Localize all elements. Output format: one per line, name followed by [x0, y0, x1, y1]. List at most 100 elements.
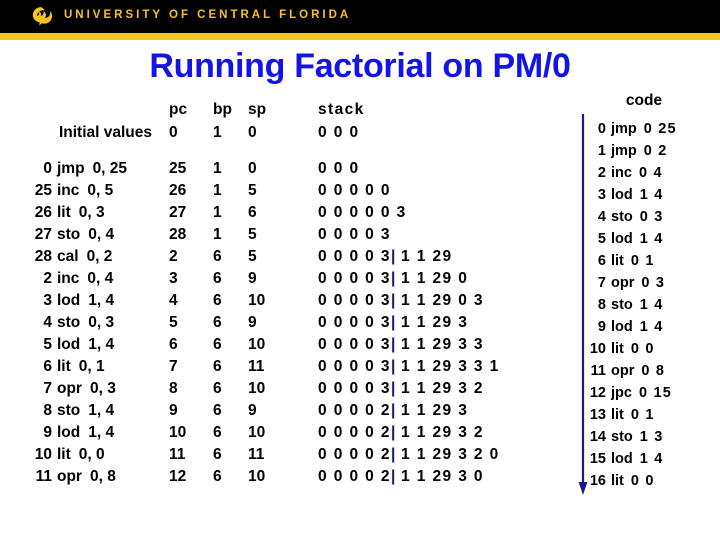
- trace-sp: 10: [248, 468, 266, 485]
- trace-instruction: 10 lit 0, 0: [0, 444, 160, 466]
- trace-instruction: 6 lit 0, 1: [0, 356, 160, 378]
- code-address: 13: [589, 407, 606, 423]
- code-address: 10: [589, 341, 606, 357]
- execution-trace-table: pc bp sp stack Initial values 0 1 0 0 0 …: [0, 98, 570, 488]
- initial-stack: 0 0 0: [318, 124, 360, 141]
- code-mnemonic: sto: [611, 297, 633, 313]
- trace-pc: 7: [169, 358, 178, 375]
- trace-stack-frame: 1 1 29 3 2: [395, 380, 484, 397]
- trace-instruction: 5 lod 1, 4: [0, 334, 160, 356]
- trace-stack-frame: 1 1 29 3 3: [395, 336, 484, 353]
- trace-instruction-address: 25: [34, 182, 52, 199]
- code-mnemonic: lit: [611, 407, 624, 423]
- code-row: 11 opr 0 8: [584, 360, 677, 382]
- table-row: 28 cal 0, 2 2 6 5 0 0 0 0 3| 1 1 29: [0, 246, 570, 268]
- trace-bp: 6: [213, 358, 222, 375]
- trace-pc: 26: [169, 182, 187, 199]
- code-operands: 0 8: [641, 363, 666, 379]
- trace-instruction-mnemonic: inc: [57, 182, 80, 199]
- trace-instruction-address: 8: [43, 402, 52, 419]
- trace-instruction: 8 sto 1, 4: [0, 400, 160, 422]
- column-header-sp: sp: [248, 101, 267, 118]
- code-mnemonic: inc: [611, 165, 632, 181]
- code-address: 15: [589, 451, 606, 467]
- trace-instruction-mnemonic: sto: [57, 226, 81, 243]
- table-row: 6 lit 0, 1 7 6 11 0 0 0 0 3| 1 1 29 3 3 1: [0, 356, 570, 378]
- trace-bp: 6: [213, 380, 222, 397]
- trace-stack: 0 0 0 0 0: [318, 180, 391, 202]
- trace-pc: 8: [169, 380, 178, 397]
- code-operands: 0 1: [630, 407, 655, 423]
- trace-stack: 0 0 0 0 3| 1 1 29: [318, 246, 452, 268]
- column-header-stack: stack: [318, 101, 365, 118]
- trace-stack-frame: 1 1 29 0: [395, 270, 469, 287]
- table-row: 27 sto 0, 4 28 1 5 0 0 0 0 3: [0, 224, 570, 246]
- trace-stack: 0 0 0 0 3: [318, 224, 391, 246]
- trace-instruction-mnemonic: sto: [57, 402, 81, 419]
- trace-instruction-address: 28: [34, 248, 52, 265]
- code-operands: 0 1: [630, 253, 655, 269]
- code-mnemonic: jmp: [611, 121, 637, 137]
- trace-stack-frame: 1 1 29 3 2: [395, 424, 484, 441]
- code-mnemonic: jmp: [611, 143, 637, 159]
- trace-stack: 0 0 0 0 0 3: [318, 202, 407, 224]
- trace-stack-globals: 0 0 0 0 0 3: [318, 204, 407, 221]
- code-row: 2 inc 0 4: [584, 162, 677, 184]
- code-mnemonic: sto: [611, 429, 633, 445]
- code-operands: 1 4: [639, 187, 664, 203]
- trace-sp: 9: [248, 314, 257, 331]
- trace-bp: 1: [213, 182, 222, 199]
- table-row: 11 opr 0, 8 12 6 10 0 0 0 0 2| 1 1 29 3 0: [0, 466, 570, 488]
- code-row: 10 lit 0 0: [584, 338, 677, 360]
- trace-pc: 28: [169, 226, 187, 243]
- trace-instruction-mnemonic: lit: [57, 204, 71, 221]
- table-row: 8 sto 1, 4 9 6 9 0 0 0 0 2| 1 1 29 3: [0, 400, 570, 422]
- column-header-bp: bp: [213, 101, 232, 118]
- trace-stack-globals: 0 0 0 0 3: [318, 226, 391, 243]
- code-operands: 0 3: [641, 275, 666, 291]
- trace-stack-globals: 0 0 0: [318, 160, 360, 177]
- trace-bp: 6: [213, 270, 222, 287]
- code-operands: 1 4: [639, 319, 664, 335]
- trace-bp: 6: [213, 314, 222, 331]
- trace-instruction: 26 lit 0, 3: [0, 202, 160, 224]
- trace-instruction-operands: 1, 4: [88, 402, 115, 419]
- column-header-pc: pc: [169, 101, 188, 118]
- trace-instruction-mnemonic: lod: [57, 336, 81, 353]
- trace-bp: 6: [213, 446, 222, 463]
- trace-instruction-operands: 1, 4: [88, 336, 115, 353]
- trace-bp: 6: [213, 248, 222, 265]
- trace-instruction-operands: 1, 4: [88, 424, 115, 441]
- trace-instruction-address: 26: [34, 204, 52, 221]
- code-address: 7: [597, 275, 606, 291]
- code-address: 12: [589, 385, 606, 401]
- trace-instruction-mnemonic: jmp: [57, 160, 85, 177]
- trace-stack: 0 0 0 0 3| 1 1 29 3 2: [318, 378, 484, 400]
- trace-pc: 25: [169, 160, 187, 177]
- code-row: 12 jpc 0 15: [584, 382, 677, 404]
- code-row: 13 lit 0 1: [584, 404, 677, 426]
- trace-instruction: 0 jmp 0, 25: [0, 158, 160, 180]
- code-mnemonic: jpc: [611, 385, 632, 401]
- trace-stack-globals: 0 0 0 0 2: [318, 468, 391, 485]
- trace-pc: 4: [169, 292, 178, 309]
- trace-sp: 10: [248, 292, 266, 309]
- code-operands: 1 4: [639, 231, 664, 247]
- trace-stack-globals: 0 0 0 0 0: [318, 182, 391, 199]
- initial-sp: 0: [248, 124, 257, 141]
- trace-sp: 5: [248, 182, 257, 199]
- trace-stack-globals: 0 0 0 0 3: [318, 248, 391, 265]
- code-mnemonic: lit: [611, 341, 624, 357]
- trace-sp: 0: [248, 160, 257, 177]
- code-operands: 0 4: [638, 165, 663, 181]
- trace-stack-frame: 1 1 29 3: [395, 314, 469, 331]
- page-title: Running Factorial on PM/0: [149, 47, 571, 85]
- table-header-row: pc bp sp stack: [0, 98, 570, 122]
- trace-stack: 0 0 0 0 3| 1 1 29 3: [318, 312, 468, 334]
- trace-instruction-address: 9: [43, 424, 52, 441]
- code-mnemonic: sto: [611, 209, 633, 225]
- trace-instruction: 3 lod 1, 4: [0, 290, 160, 312]
- trace-pc: 3: [169, 270, 178, 287]
- trace-row-list: 0 jmp 0, 25 25 1 0 0 0 0 25 inc 0, 5 26 1 5 0 0 0 0 0…: [0, 158, 570, 488]
- code-operands: 0 2: [643, 143, 668, 159]
